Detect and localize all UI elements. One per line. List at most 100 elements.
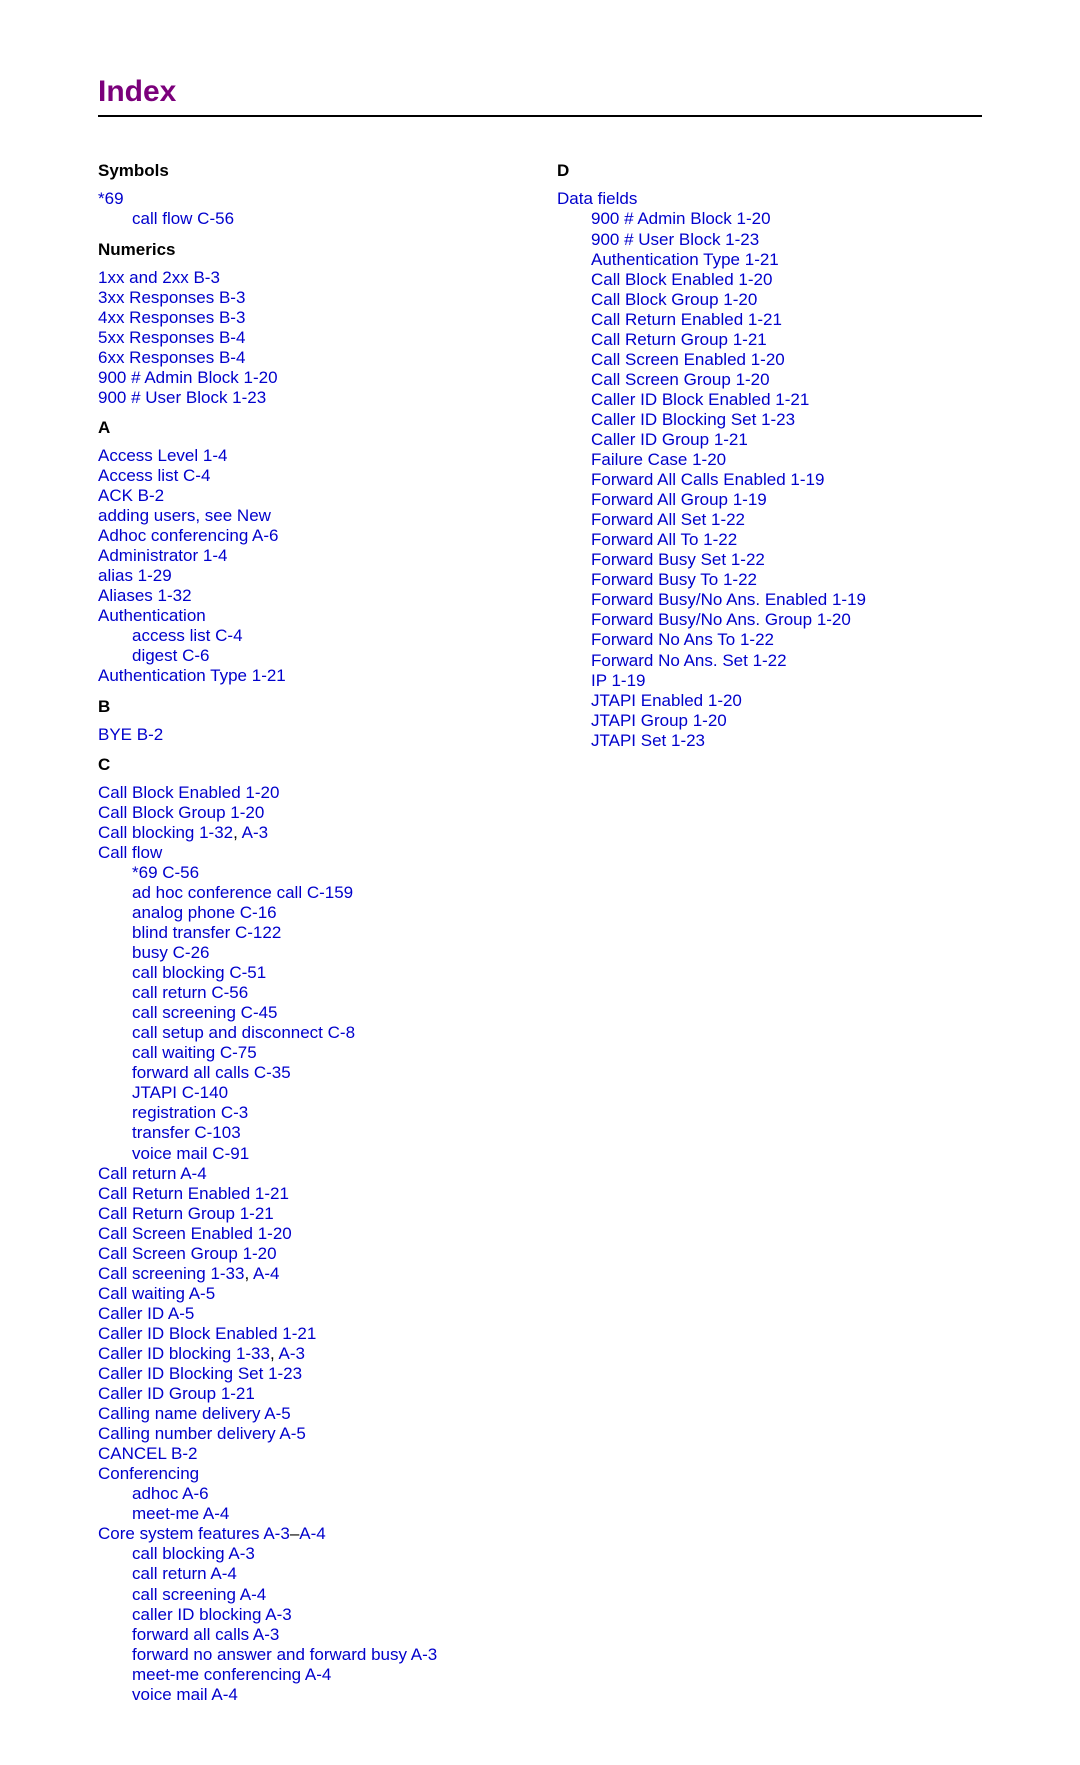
index-link[interactable]: Forward All To 1-22 xyxy=(591,530,737,549)
index-link[interactable]: Call Block Enabled 1-20 xyxy=(591,270,772,289)
index-link[interactable]: registration C-3 xyxy=(132,1103,248,1122)
index-link[interactable]: Authentication xyxy=(98,606,206,625)
index-link[interactable]: voice mail A-4 xyxy=(132,1685,238,1704)
index-link[interactable]: IP 1-19 xyxy=(591,671,646,690)
index-link[interactable]: ACK B-2 xyxy=(98,486,164,505)
index-link[interactable]: call return A-4 xyxy=(132,1564,237,1583)
index-link[interactable]: Call Screen Group 1-20 xyxy=(98,1244,277,1263)
index-link[interactable]: caller ID blocking A-3 xyxy=(132,1605,292,1624)
index-link[interactable]: meet-me A-4 xyxy=(132,1504,229,1523)
index-link[interactable]: alias 1-29 xyxy=(98,566,172,585)
index-link[interactable]: call return C-56 xyxy=(132,983,248,1002)
index-link[interactable]: Failure Case 1-20 xyxy=(591,450,726,469)
index-link[interactable]: call waiting C-75 xyxy=(132,1043,257,1062)
index-link[interactable]: Caller ID Blocking Set 1-23 xyxy=(591,410,795,429)
index-link[interactable]: Forward Busy Set 1-22 xyxy=(591,550,765,569)
index-link[interactable]: A-4 xyxy=(253,1264,279,1283)
index-link[interactable]: A-3 xyxy=(242,823,268,842)
index-link[interactable]: BYE B-2 xyxy=(98,725,163,744)
index-link[interactable]: A-3 xyxy=(278,1344,304,1363)
index-link[interactable]: Call Block Enabled 1-20 xyxy=(98,783,279,802)
index-link[interactable]: Access list C-4 xyxy=(98,466,210,485)
index-link[interactable]: Call Return Enabled 1-21 xyxy=(591,310,782,329)
index-link[interactable]: Adhoc conferencing A-6 xyxy=(98,526,279,545)
index-link[interactable]: Caller ID Block Enabled 1-21 xyxy=(591,390,809,409)
index-link[interactable]: blind transfer C-122 xyxy=(132,923,281,942)
index-link[interactable]: *69 xyxy=(98,189,124,208)
index-link[interactable]: busy C-26 xyxy=(132,943,209,962)
index-link[interactable]: Call return A-4 xyxy=(98,1164,207,1183)
index-link[interactable]: Caller ID Blocking Set 1-23 xyxy=(98,1364,302,1383)
index-link[interactable]: Forward Busy To 1-22 xyxy=(591,570,757,589)
index-link[interactable]: Calling name delivery A-5 xyxy=(98,1404,291,1423)
index-link[interactable]: Caller ID A-5 xyxy=(98,1304,194,1323)
index-link[interactable]: 900 # User Block 1-23 xyxy=(98,388,266,407)
index-link[interactable]: call setup and disconnect C-8 xyxy=(132,1023,355,1042)
index-link[interactable]: 1xx and 2xx B-3 xyxy=(98,268,220,287)
index-link[interactable]: Call flow xyxy=(98,843,162,862)
index-link[interactable]: call screening C-45 xyxy=(132,1003,278,1022)
index-link[interactable]: 900 # Admin Block 1-20 xyxy=(591,209,771,228)
index-link[interactable]: Core system features A-3 xyxy=(98,1524,290,1543)
index-link[interactable]: call flow C-56 xyxy=(132,209,234,228)
index-link[interactable]: voice mail C-91 xyxy=(132,1144,249,1163)
index-link[interactable]: 4xx Responses B-3 xyxy=(98,308,245,327)
index-link[interactable]: analog phone C-16 xyxy=(132,903,277,922)
index-link[interactable]: Conferencing xyxy=(98,1464,199,1483)
index-link[interactable]: forward all calls C-35 xyxy=(132,1063,291,1082)
index-link[interactable]: 3xx Responses B-3 xyxy=(98,288,245,307)
index-link[interactable]: 6xx Responses B-4 xyxy=(98,348,245,367)
index-link[interactable]: JTAPI Set 1-23 xyxy=(591,731,705,750)
index-link[interactable]: Call Screen Enabled 1-20 xyxy=(591,350,785,369)
index-link[interactable]: JTAPI C-140 xyxy=(132,1083,228,1102)
index-link[interactable]: Caller ID blocking 1-33 xyxy=(98,1344,270,1363)
index-link[interactable]: Data fields xyxy=(557,189,637,208)
index-link[interactable]: transfer C-103 xyxy=(132,1123,241,1142)
index-link[interactable]: Caller ID Group 1-21 xyxy=(98,1384,255,1403)
index-link[interactable]: Forward All Calls Enabled 1-19 xyxy=(591,470,824,489)
index-link[interactable]: Caller ID Block Enabled 1-21 xyxy=(98,1324,316,1343)
index-link[interactable]: Forward Busy/No Ans. Enabled 1-19 xyxy=(591,590,866,609)
index-link[interactable]: call screening A-4 xyxy=(132,1585,266,1604)
index-link[interactable]: Access Level 1-4 xyxy=(98,446,227,465)
index-link[interactable]: forward no answer and forward busy A-3 xyxy=(132,1645,437,1664)
index-link[interactable]: *69 C-56 xyxy=(132,863,199,882)
index-link[interactable]: Caller ID Group 1-21 xyxy=(591,430,748,449)
index-link[interactable]: adhoc A-6 xyxy=(132,1484,209,1503)
index-link[interactable]: Forward All Group 1-19 xyxy=(591,490,767,509)
index-link[interactable]: Call blocking 1-32 xyxy=(98,823,233,842)
index-link[interactable]: 900 # Admin Block 1-20 xyxy=(98,368,278,387)
index-link[interactable]: Call Return Enabled 1-21 xyxy=(98,1184,289,1203)
index-link[interactable]: Call Block Group 1-20 xyxy=(98,803,264,822)
index-link[interactable]: Call Screen Enabled 1-20 xyxy=(98,1224,292,1243)
index-link[interactable]: meet-me conferencing A-4 xyxy=(132,1665,331,1684)
index-link[interactable]: call blocking C-51 xyxy=(132,963,266,982)
index-link[interactable]: Forward All Set 1-22 xyxy=(591,510,745,529)
index-link[interactable]: Forward No Ans To 1-22 xyxy=(591,630,774,649)
index-link[interactable]: Authentication Type 1-21 xyxy=(591,250,779,269)
index-link[interactable]: JTAPI Enabled 1-20 xyxy=(591,691,742,710)
index-link[interactable]: Calling number delivery A-5 xyxy=(98,1424,306,1443)
index-link[interactable]: JTAPI Group 1-20 xyxy=(591,711,727,730)
index-link[interactable]: 900 # User Block 1-23 xyxy=(591,230,759,249)
index-link[interactable]: 5xx Responses B-4 xyxy=(98,328,245,347)
index-link[interactable]: CANCEL B-2 xyxy=(98,1444,198,1463)
index-link[interactable]: call blocking A-3 xyxy=(132,1544,255,1563)
index-link[interactable]: digest C-6 xyxy=(132,646,209,665)
index-link[interactable]: Call waiting A-5 xyxy=(98,1284,215,1303)
index-link[interactable]: Call Return Group 1-21 xyxy=(591,330,767,349)
index-link[interactable]: Authentication Type 1-21 xyxy=(98,666,286,685)
index-link[interactable]: Forward No Ans. Set 1-22 xyxy=(591,651,787,670)
index-link[interactable]: Aliases 1-32 xyxy=(98,586,192,605)
index-link[interactable]: Call Return Group 1-21 xyxy=(98,1204,274,1223)
index-link[interactable]: Forward Busy/No Ans. Group 1-20 xyxy=(591,610,851,629)
index-link[interactable]: Call screening 1-33 xyxy=(98,1264,244,1283)
index-link[interactable]: Administrator 1-4 xyxy=(98,546,227,565)
index-link[interactable]: forward all calls A-3 xyxy=(132,1625,279,1644)
index-link[interactable]: Call Screen Group 1-20 xyxy=(591,370,770,389)
index-link[interactable]: adding users, see New xyxy=(98,506,271,525)
index-link[interactable]: Call Block Group 1-20 xyxy=(591,290,757,309)
index-link[interactable]: access list C-4 xyxy=(132,626,243,645)
index-link[interactable]: ad hoc conference call C-159 xyxy=(132,883,353,902)
index-link[interactable]: A-4 xyxy=(299,1524,325,1543)
